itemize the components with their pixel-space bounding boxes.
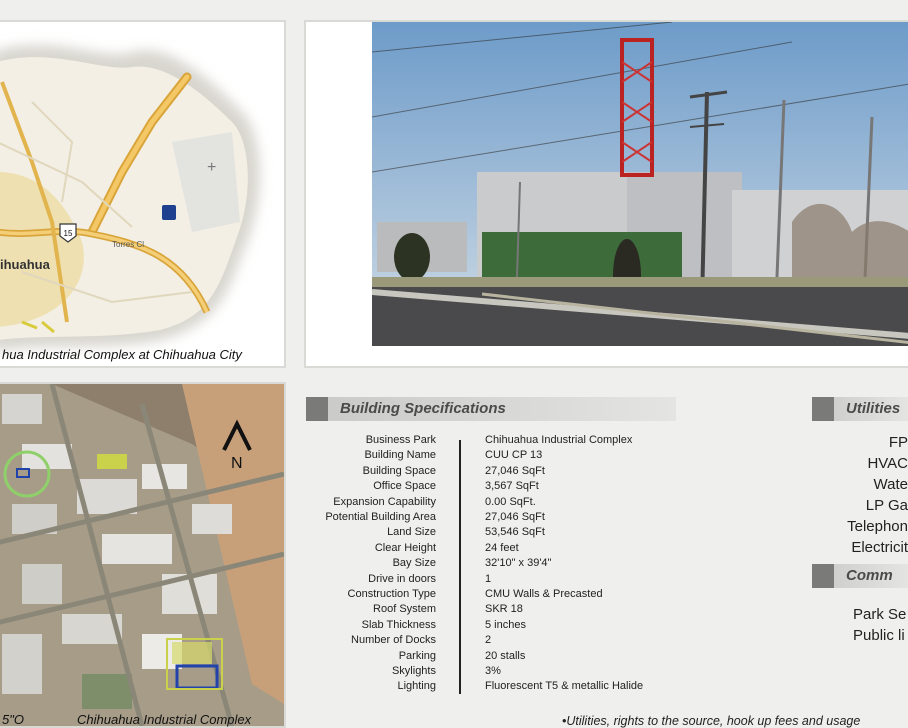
spec-value: 0.00 SqFt.	[485, 495, 536, 508]
svg-text:Torres Cl: Torres Cl	[112, 240, 144, 249]
utilities-footnote: •Utilities, rights to the source, hook u…	[562, 714, 861, 728]
comm-item: Public li	[853, 627, 905, 644]
spec-label: Potential Building Area	[325, 511, 436, 523]
comm-item: Park Se	[853, 606, 907, 623]
svg-text:ihuahua: ihuahua	[0, 257, 51, 272]
aerial-photo: N	[0, 384, 284, 726]
location-map-panel: 15 Torres Cl ihuahua + hua Industrial Co…	[0, 20, 286, 368]
aerial-caption-right: Chihuahua Industrial Complex	[77, 712, 252, 727]
spec-value: CMU Walls & Precasted	[485, 588, 603, 600]
building-specs-header: Building Specifications	[306, 397, 676, 421]
property-marker-icon	[162, 205, 176, 220]
spec-value: 24 feet	[485, 541, 519, 554]
aerial-view-panel: N 5"O Chihuahua Industrial Complex	[0, 382, 286, 728]
utility-item: Electricit	[851, 539, 908, 556]
section-marker-icon	[812, 564, 834, 588]
spec-label: Clear Height	[374, 541, 436, 554]
spec-label: Office Space	[373, 480, 436, 493]
location-map: 15 Torres Cl ihuahua +	[0, 22, 284, 366]
spec-label: Business Park	[365, 434, 436, 446]
spec-label: Roof System	[373, 603, 436, 616]
spec-value: SKR 18	[485, 603, 523, 616]
utility-item: LP Ga	[865, 497, 908, 514]
spec-label: Building Space	[362, 464, 436, 477]
section-marker-icon	[306, 397, 328, 421]
building-photo-panel	[304, 20, 908, 368]
spec-label: Lighting	[397, 680, 436, 693]
spec-value: 20 stalls	[485, 649, 526, 662]
spec-label: Skylights	[391, 665, 436, 677]
svg-text:+: +	[207, 159, 216, 176]
spec-value: Chihuahua Industrial Complex	[485, 434, 633, 446]
spec-label: Slab Thickness	[361, 618, 436, 631]
spec-value: 53,546 SqFt	[485, 526, 545, 539]
building-specs-title: Building Specifications	[340, 400, 506, 417]
utilities-list: FP HVAC Wate LP Ga Telephon Electricit	[830, 432, 908, 556]
section-marker-icon	[812, 397, 834, 421]
spec-value: 3,567 SqFt	[485, 480, 539, 493]
spec-label: Drive in doors	[368, 572, 436, 585]
spec-label: Expansion Capability	[333, 495, 436, 508]
comm-title: Comm	[846, 567, 893, 584]
aerial-caption-left: 5"O	[2, 712, 24, 727]
building-photo	[372, 22, 908, 346]
spec-value: 27,046 SqFt	[485, 511, 545, 523]
spec-value: 3%	[485, 665, 501, 677]
spec-divider	[459, 440, 461, 694]
spec-value: 1	[485, 572, 492, 585]
utility-item: HVAC	[867, 455, 908, 472]
spec-value: 2	[485, 634, 492, 647]
spec-value: 27,046 SqFt	[485, 464, 545, 477]
comm-header: Comm	[812, 564, 908, 588]
spec-label: Bay Size	[392, 557, 436, 570]
spec-label: Construction Type	[347, 588, 436, 600]
spec-label: Parking	[398, 649, 436, 662]
svg-text:15: 15	[64, 229, 73, 238]
utilities-title: Utilities	[846, 400, 901, 417]
spec-value: CUU CP 13	[485, 449, 543, 462]
svg-text:N: N	[231, 455, 243, 472]
spec-label: Land Size	[387, 526, 436, 539]
spec-label: Number of Docks	[351, 634, 436, 647]
utility-item: Wate	[873, 476, 908, 493]
spec-label: Building Name	[364, 449, 436, 462]
spec-value: 5 inches	[485, 618, 526, 631]
map-caption: hua Industrial Complex at Chihuahua City	[2, 347, 242, 362]
utilities-header: Utilities	[812, 397, 908, 421]
utility-item: Telephon	[847, 518, 908, 535]
utility-item: FP	[888, 434, 908, 451]
spec-value: Fluorescent T5 & metallic Halide	[485, 680, 644, 693]
spec-value: 32'10" x 39'4"	[485, 557, 552, 570]
